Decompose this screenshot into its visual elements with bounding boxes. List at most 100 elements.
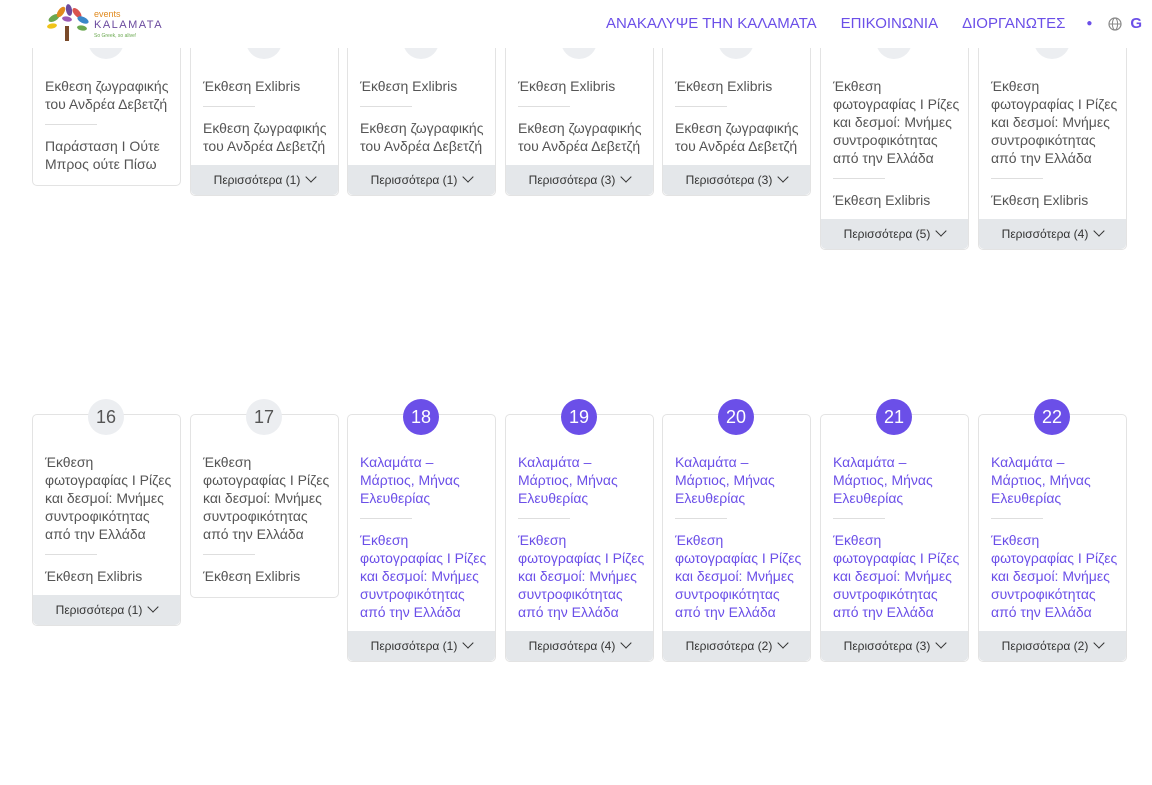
event-link[interactable]: Εκθεση ζωγραφικής του Ανδρέα Δεβετζή bbox=[203, 119, 333, 155]
more-events-label: Περισσότερα (3) bbox=[685, 173, 773, 187]
event-link[interactable]: Εκθεση ζωγραφικής του Ανδρέα Δεβετζή bbox=[518, 119, 648, 155]
day-number-badge[interactable]: 16 bbox=[88, 399, 124, 435]
event-link[interactable]: Έκθεση Exlibris bbox=[675, 77, 805, 95]
chevron-down-icon bbox=[777, 171, 790, 183]
nav-organizers[interactable]: ΔΙΟΡΓΑΝΩΤΕΣ bbox=[962, 15, 1065, 32]
event-divider bbox=[991, 178, 1043, 179]
chevron-down-icon bbox=[147, 601, 160, 613]
site-logo[interactable]: events KALAMATA So Greek, so alive! bbox=[44, 4, 169, 44]
more-events-button[interactable]: Περισσότερα (2) bbox=[663, 631, 810, 661]
nav-discover-kalamata[interactable]: ΑΝΑΚΑΛΥΨΕ ΤΗΝ ΚΑΛΑΜΑΤΑ bbox=[606, 15, 817, 32]
event-link[interactable]: Καλαμάτα – Μάρτιος, Μήνας Ελευθερίας bbox=[833, 453, 963, 507]
more-events-button[interactable]: Περισσότερα (2) bbox=[979, 631, 1126, 661]
event-link[interactable]: Έκθεση Exlibris bbox=[45, 567, 175, 585]
more-events-label: Περισσότερα (3) bbox=[843, 639, 931, 653]
event-list: Έκθεση Exlibris Εκθεση ζωγραφικής του Ανδ… bbox=[518, 77, 648, 155]
day-card: 15Έκθεση φωτογραφίας Ι Ρίζες και δεσμοί:… bbox=[978, 23, 1127, 250]
day-card: 22 Καλαμάτα – Μάρτιος, Μήνας Ελευθερίας Έκ… bbox=[978, 399, 1127, 662]
day-card: 20 Καλαμάτα – Μάρτιος, Μήνας Ελευθερίας Έκ… bbox=[662, 399, 811, 662]
event-divider bbox=[203, 106, 255, 107]
event-link[interactable]: Έκθεση φωτογραφίας Ι Ρίζες και δεσμοί: Μ… bbox=[675, 531, 805, 621]
more-events-label: Περισσότερα (1) bbox=[370, 639, 458, 653]
event-divider bbox=[833, 178, 885, 179]
event-list: Καλαμάτα – Μάρτιος, Μήνας Ελευθερίας Έκθε… bbox=[991, 453, 1121, 621]
day-number-badge[interactable]: 17 bbox=[246, 399, 282, 435]
event-link[interactable]: Εκθεση ζωγραφικής του Ανδρέα Δεβετζή bbox=[360, 119, 490, 155]
day-number-badge[interactable]: 22 bbox=[1034, 399, 1070, 435]
event-link[interactable]: Έκθεση Exlibris bbox=[203, 567, 333, 585]
logo-small-text: events bbox=[94, 9, 121, 19]
event-link[interactable]: Έκθεση φωτογραφίας Ι Ρίζες και δεσμοί: Μ… bbox=[991, 531, 1121, 621]
more-events-label: Περισσότερα (1) bbox=[370, 173, 458, 187]
chevron-down-icon bbox=[1093, 637, 1106, 649]
chevron-down-icon bbox=[620, 637, 633, 649]
event-link[interactable]: Έκθεση Exlibris bbox=[518, 77, 648, 95]
day-card: 12Έκθεση ExlibrisΕκθεση ζωγραφικής του Α… bbox=[505, 23, 654, 196]
day-card: 16 Έκθεση φωτογραφίας Ι Ρίζες και δεσμοί:… bbox=[32, 399, 181, 626]
more-events-button[interactable]: Περισσότερα (3) bbox=[506, 165, 653, 195]
chevron-down-icon bbox=[935, 225, 948, 237]
event-link[interactable]: Καλαμάτα – Μάρτιος, Μήνας Ελευθερίας bbox=[675, 453, 805, 507]
event-list: Έκθεση Exlibris Εκθεση ζωγραφικής του Ανδ… bbox=[203, 77, 333, 155]
event-link[interactable]: Έκθεση Exlibris bbox=[360, 77, 490, 95]
chevron-down-icon bbox=[777, 637, 790, 649]
event-link[interactable]: Έκθεση φωτογραφίας Ι Ρίζες και δεσμοί: Μ… bbox=[45, 453, 175, 543]
nav-contact[interactable]: ΕΠΙΚΟΙΝΩΝΙΑ bbox=[841, 15, 938, 32]
event-divider bbox=[518, 518, 570, 519]
more-events-button[interactable]: Περισσότερα (4) bbox=[506, 631, 653, 661]
more-events-button[interactable]: Περισσότερα (4) bbox=[979, 219, 1126, 249]
more-events-button[interactable]: Περισσότερα (1) bbox=[348, 165, 495, 195]
event-list: Έκθεση φωτογραφίας Ι Ρίζες και δεσμοί: Μ… bbox=[203, 453, 333, 585]
day-card: 11Έκθεση ExlibrisΕκθεση ζωγραφικής του Α… bbox=[347, 23, 496, 196]
site-header: events KALAMATA So Greek, so alive! ΑΝΑΚ… bbox=[0, 0, 1152, 48]
day-number-badge[interactable]: 20 bbox=[718, 399, 754, 435]
event-link[interactable]: Έκθεση Exlibris bbox=[991, 191, 1121, 209]
globe-icon[interactable] bbox=[1108, 16, 1123, 31]
more-events-label: Περισσότερα (5) bbox=[843, 227, 931, 241]
more-events-button[interactable]: Περισσότερα (1) bbox=[191, 165, 338, 195]
event-link[interactable]: Έκθεση φωτογραφίας Ι Ρίζες και δεσμοί: Μ… bbox=[203, 453, 333, 543]
event-list: Έκθεση φωτογραφίας Ι Ρίζες και δεσμοί: Μ… bbox=[991, 77, 1121, 209]
event-link[interactable]: Έκθεση φωτογραφίας Ι Ρίζες και δεσμοί: Μ… bbox=[518, 531, 648, 621]
more-events-button[interactable]: Περισσότερα (3) bbox=[821, 631, 968, 661]
event-divider bbox=[675, 106, 727, 107]
more-events-button[interactable]: Περισσότερα (5) bbox=[821, 219, 968, 249]
more-events-label: Περισσότερα (1) bbox=[213, 173, 301, 187]
day-number-badge[interactable]: 18 bbox=[403, 399, 439, 435]
event-list: Έκθεση φωτογραφίας Ι Ρίζες και δεσμοί: Μ… bbox=[45, 453, 175, 585]
event-link[interactable]: Παράσταση Ι Ούτε Μπρος ούτε Πίσω bbox=[45, 137, 175, 173]
chevron-down-icon bbox=[620, 171, 633, 183]
event-link[interactable]: Καλαμάτα – Μάρτιος, Μήνας Ελευθερίας bbox=[518, 453, 648, 507]
event-link[interactable]: Εκθεση ζωγραφικής του Ανδρέα Δεβετζή bbox=[675, 119, 805, 155]
event-divider bbox=[991, 518, 1043, 519]
event-link[interactable]: Καλαμάτα – Μάρτιος, Μήνας Ελευθερίας bbox=[991, 453, 1121, 507]
day-number-badge[interactable]: 19 bbox=[561, 399, 597, 435]
logo-name: KALAMATA bbox=[94, 19, 164, 31]
more-events-button[interactable]: Περισσότερα (1) bbox=[348, 631, 495, 661]
chevron-down-icon bbox=[305, 171, 318, 183]
event-link[interactable]: Έκθεση Exlibris bbox=[833, 191, 963, 209]
event-list: Έκθεση Exlibris Εκθεση ζωγραφικής του Ανδ… bbox=[360, 77, 490, 155]
logo-tagline: So Greek, so alive! bbox=[94, 33, 137, 39]
event-divider bbox=[203, 554, 255, 555]
day-card: 10Έκθεση ExlibrisΕκθεση ζωγραφικής του Α… bbox=[190, 23, 339, 196]
event-link[interactable]: Καλαμάτα – Μάρτιος, Μήνας Ελευθερίας bbox=[360, 453, 490, 507]
chevron-down-icon bbox=[1093, 225, 1106, 237]
event-list: Εκθεση ζωγραφικής του Ανδρέα Δεβετζή Παρά… bbox=[45, 77, 175, 173]
day-card: 14Έκθεση φωτογραφίας Ι Ρίζες και δεσμοί:… bbox=[820, 23, 969, 250]
event-divider bbox=[45, 124, 97, 125]
event-link[interactable]: Έκθεση φωτογραφίας Ι Ρίζες και δεσμοί: Μ… bbox=[360, 531, 490, 621]
event-divider bbox=[675, 518, 727, 519]
event-link[interactable]: Έκθεση φωτογραφίας Ι Ρίζες και δεσμοί: Μ… bbox=[833, 531, 963, 621]
event-link[interactable]: Έκθεση Exlibris bbox=[203, 77, 333, 95]
event-link[interactable]: Έκθεση φωτογραφίας Ι Ρίζες και δεσμοί: Μ… bbox=[991, 77, 1121, 167]
more-events-button[interactable]: Περισσότερα (3) bbox=[663, 165, 810, 195]
event-list: Καλαμάτα – Μάρτιος, Μήνας Ελευθερίας Έκθε… bbox=[360, 453, 490, 621]
event-link[interactable]: Εκθεση ζωγραφικής του Ανδρέα Δεβετζή bbox=[45, 77, 175, 113]
day-number-badge[interactable]: 21 bbox=[876, 399, 912, 435]
event-divider bbox=[518, 106, 570, 107]
more-events-button[interactable]: Περισσότερα (1) bbox=[33, 595, 180, 625]
more-events-label: Περισσότερα (4) bbox=[528, 639, 616, 653]
language-selector[interactable]: G bbox=[1130, 15, 1142, 32]
event-link[interactable]: Έκθεση φωτογραφίας Ι Ρίζες και δεσμοί: Μ… bbox=[833, 77, 963, 167]
